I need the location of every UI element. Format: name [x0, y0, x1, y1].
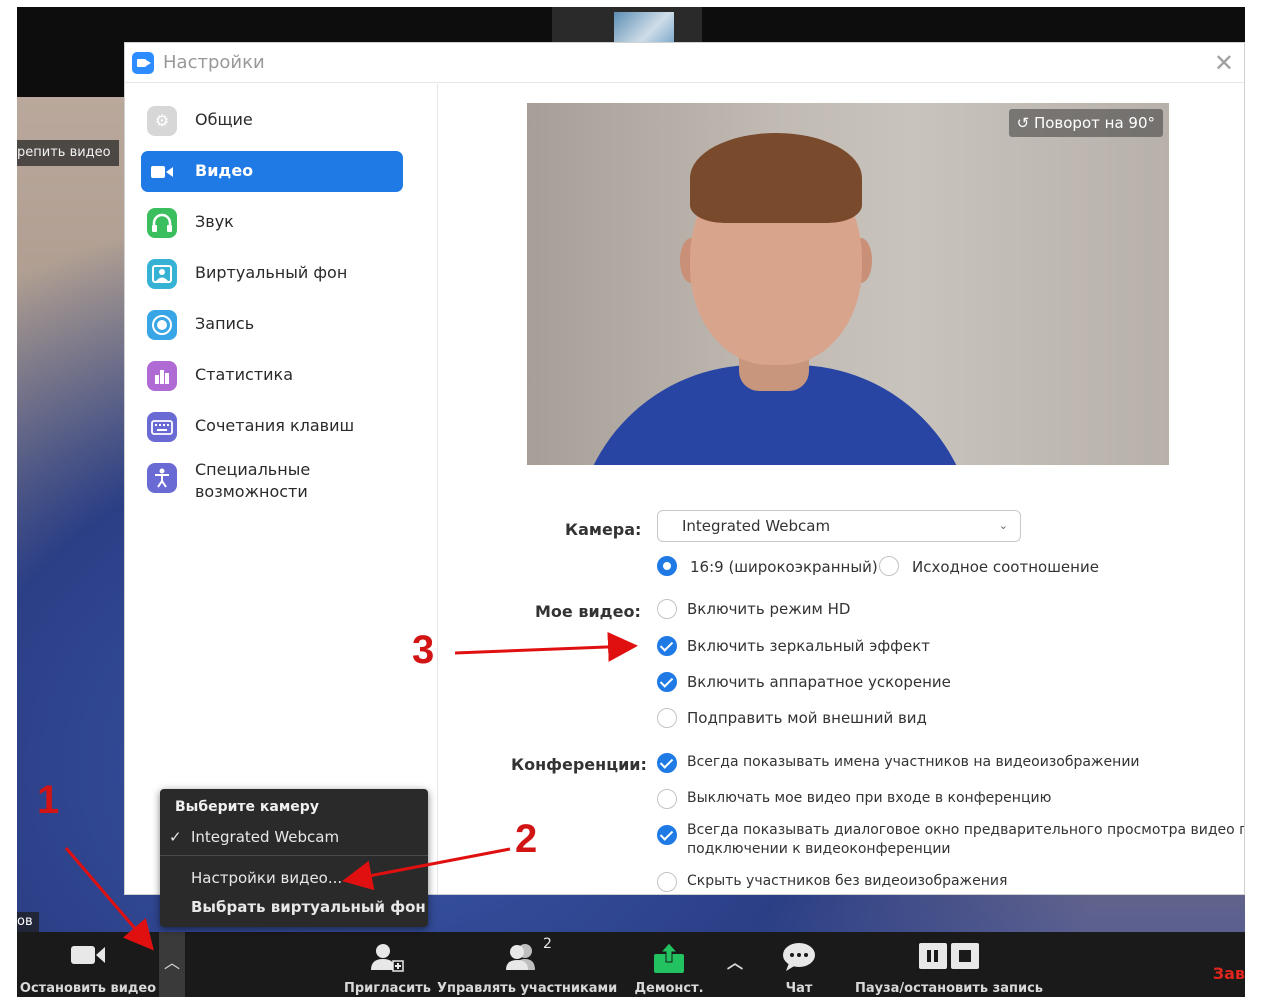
annotation-arrows [64, 631, 638, 951]
annotation-arrow-1 [64, 847, 154, 951]
screenshot: репить видео ов Остановить видео ︿ Пригл… [0, 0, 1261, 997]
annotation-arrow-3 [454, 631, 638, 662]
annotation-arrow-2 [342, 847, 511, 891]
